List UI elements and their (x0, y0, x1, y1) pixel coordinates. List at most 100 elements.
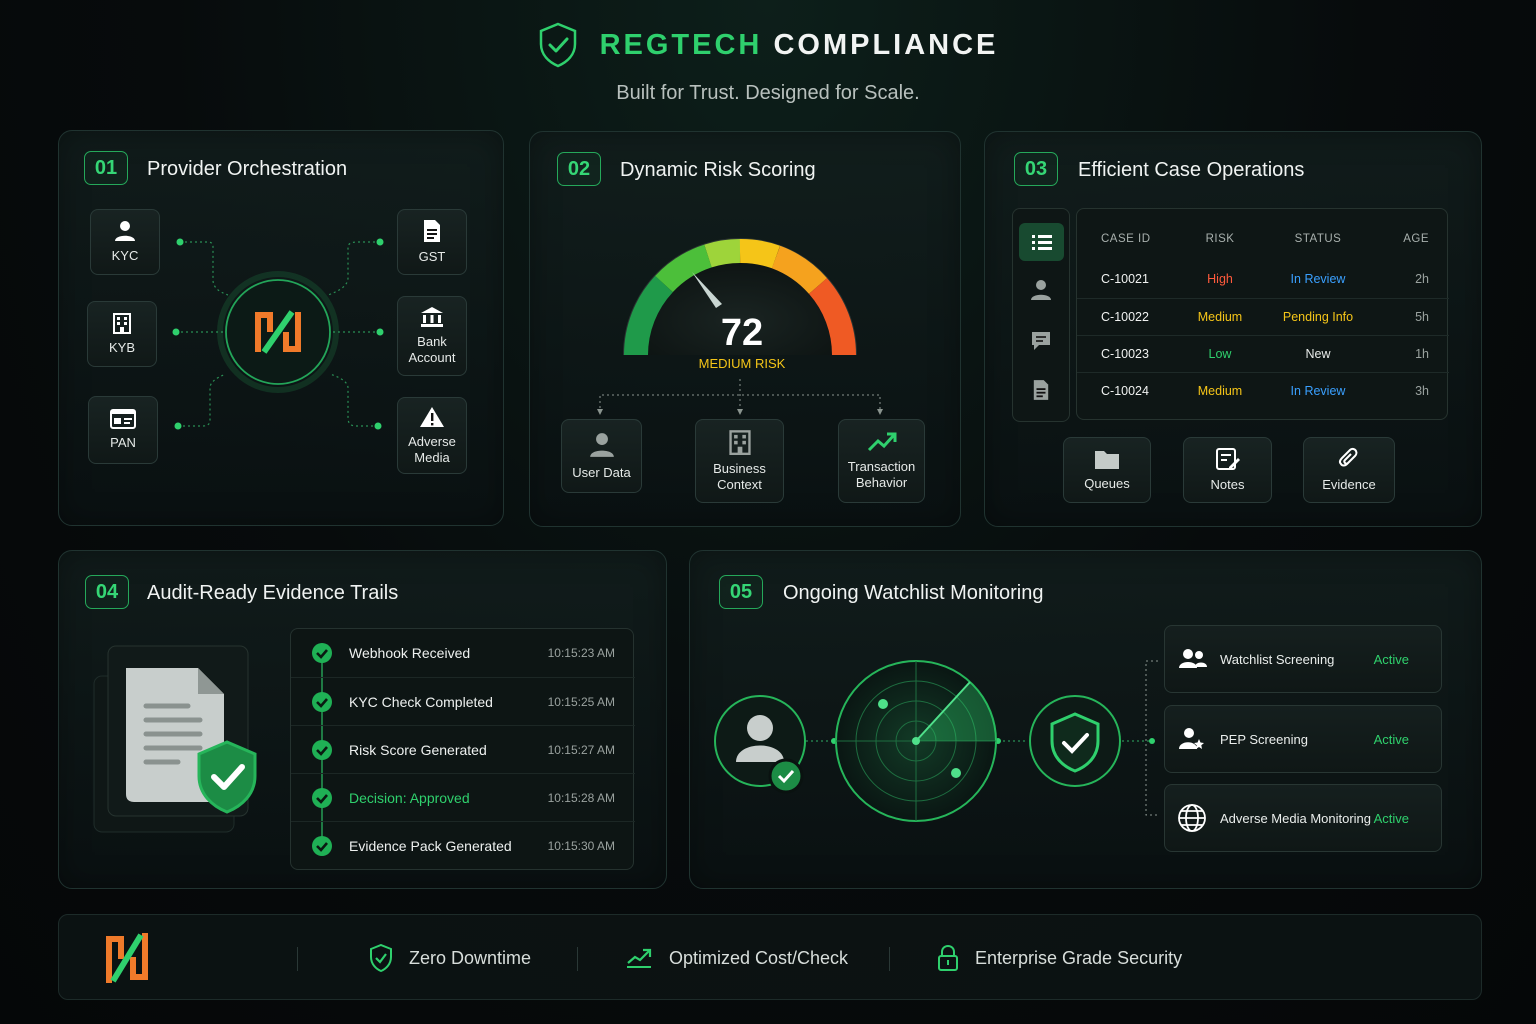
column-header: AGE (1403, 233, 1429, 245)
provider-tile-pan[interactable]: PAN (88, 396, 158, 464)
risk-input-transaction-behavior[interactable]: Transaction Behavior (838, 419, 925, 503)
risk-input-label: Transaction Behavior (847, 459, 916, 490)
case-risk: Low (1208, 346, 1232, 361)
table-header: CASE ID RISK STATUS AGE (1077, 233, 1449, 245)
case-action-evidence[interactable]: Evidence (1303, 437, 1395, 503)
case-action-label: Evidence (1322, 477, 1376, 492)
footer-item-optimized-cost: Optimized Cost/Check (625, 915, 848, 1001)
lock-icon (938, 945, 958, 971)
building-icon (113, 313, 131, 334)
monitor-label: PEP Screening (1220, 731, 1308, 747)
event-label: KYC Check Completed (349, 693, 493, 710)
case-action-label: Notes (1210, 477, 1245, 492)
brand-title: REGTECH COMPLIANCE (600, 29, 999, 62)
brand-title-green: REGTECH (599, 28, 763, 61)
case-action-label: Queues (1084, 476, 1130, 491)
monitor-adverse-media[interactable]: Adverse Media Monitoring Active (1164, 784, 1442, 852)
case-id: C-10021 (1101, 272, 1149, 286)
building-icon (728, 430, 751, 455)
provider-tile-gst[interactable]: GST (397, 209, 467, 275)
users-icon (1179, 649, 1207, 668)
check-circle-icon (312, 835, 332, 856)
column-header: RISK (1205, 233, 1235, 245)
risk-score: 72 (721, 312, 763, 354)
case-sidebar-message-button[interactable] (1031, 331, 1051, 356)
provider-label: GST (418, 249, 446, 264)
event-label: Evidence Pack Generated (349, 837, 512, 854)
panel-number: 04 (85, 575, 129, 609)
panel-number: 02 (557, 152, 601, 186)
provider-tile-kyb[interactable]: KYB (87, 301, 157, 367)
risk-input-user-data[interactable]: User Data (561, 419, 642, 493)
case-action-queues[interactable]: Queues (1063, 437, 1151, 503)
table-row[interactable]: C-10023 Low New 1h (1077, 335, 1449, 371)
provider-label: Adverse Media (408, 433, 456, 465)
panel-title: Ongoing Watchlist Monitoring (783, 582, 1044, 604)
user-icon (115, 221, 135, 241)
footer-label: Optimized Cost/Check (669, 947, 849, 968)
risk-input-label: User Data (572, 465, 631, 480)
list-icon (1031, 235, 1052, 250)
gauge-input-connectors (597, 379, 883, 415)
evidence-document-illustration (93, 645, 257, 833)
radar-icon (835, 660, 997, 822)
case-sidebar-list-button[interactable] (1019, 223, 1064, 261)
event-time: 10:15:28 AM (547, 790, 615, 805)
notes-icon (1215, 448, 1240, 470)
event-time: 10:15:25 AM (547, 694, 615, 709)
table-row[interactable]: C-10024 Medium In Review 3h (1077, 372, 1449, 408)
monitor-watchlist-screening[interactable]: Watchlist Screening Active (1164, 625, 1442, 693)
case-sidebar-document-button[interactable] (1032, 379, 1050, 406)
page-header: REGTECH COMPLIANCE Built for Trust. Desi… (0, 22, 1536, 105)
footer-divider (297, 947, 298, 971)
risk-input-business-context[interactable]: Business Context (695, 419, 784, 503)
event-label: Decision: Approved (349, 789, 470, 806)
document-icon (424, 220, 440, 242)
case-id: C-10022 (1101, 309, 1149, 324)
table-row[interactable]: C-10022 Medium Pending Info 5h (1077, 298, 1449, 334)
shield-check-icon (370, 944, 392, 972)
provider-label: KYC (111, 248, 139, 263)
panel-title: Audit-Ready Evidence Trails (147, 582, 399, 604)
provider-tile-kyc[interactable]: KYC (90, 209, 160, 275)
risk-input-label: Business Context (713, 461, 766, 492)
case-status: Pending Info (1282, 309, 1354, 324)
panel-title: Dynamic Risk Scoring (620, 159, 816, 181)
shield-check-icon (539, 22, 576, 68)
event-time: 10:15:23 AM (547, 646, 615, 660)
table-row[interactable]: C-10021 High In Review 2h (1077, 261, 1449, 297)
monitored-user-icon (714, 695, 806, 794)
id-card-icon (110, 409, 136, 429)
case-table: CASE ID RISK STATUS AGE C-10021 High In … (1076, 208, 1449, 420)
timeline-event: KYC Check Completed 10:15:25 AM (291, 677, 635, 725)
footer-label: Enterprise Grade Security (975, 947, 1183, 968)
paperclip-icon (1338, 447, 1358, 467)
monitor-status: Active (1373, 651, 1409, 667)
case-action-notes[interactable]: Notes (1183, 437, 1272, 503)
column-header: CASE ID (1101, 233, 1151, 245)
timeline-event: Decision: Approved 10:15:28 AM (291, 773, 635, 821)
monitor-label: Watchlist Screening (1220, 651, 1335, 667)
timeline-event: Webhook Received 10:15:23 AM (291, 629, 635, 677)
provider-tile-bank-account[interactable]: Bank Account (397, 296, 467, 376)
case-status: In Review (1290, 272, 1346, 286)
case-status: New (1305, 346, 1331, 361)
user-icon (589, 433, 614, 457)
brand-logo-icon (106, 933, 148, 983)
case-id: C-10023 (1101, 346, 1149, 361)
case-risk: Medium (1197, 383, 1243, 398)
panel-number: 03 (1014, 152, 1058, 186)
shield-check-icon (1029, 695, 1121, 787)
provider-label: KYB (108, 340, 135, 355)
provider-tile-adverse-media[interactable]: Adverse Media (397, 397, 467, 474)
brand-title-white: COMPLIANCE (773, 28, 999, 61)
check-circle-icon (312, 787, 332, 808)
panel-number: 05 (719, 575, 763, 609)
globe-icon (1178, 804, 1206, 832)
case-sidebar-user-button[interactable] (1030, 279, 1052, 306)
monitor-pep-screening[interactable]: PEP Screening Active (1164, 705, 1442, 773)
monitor-connectors (1145, 660, 1158, 816)
provider-label: PAN (110, 435, 136, 450)
case-age: 2h (1415, 272, 1429, 286)
user-icon (1031, 280, 1051, 300)
